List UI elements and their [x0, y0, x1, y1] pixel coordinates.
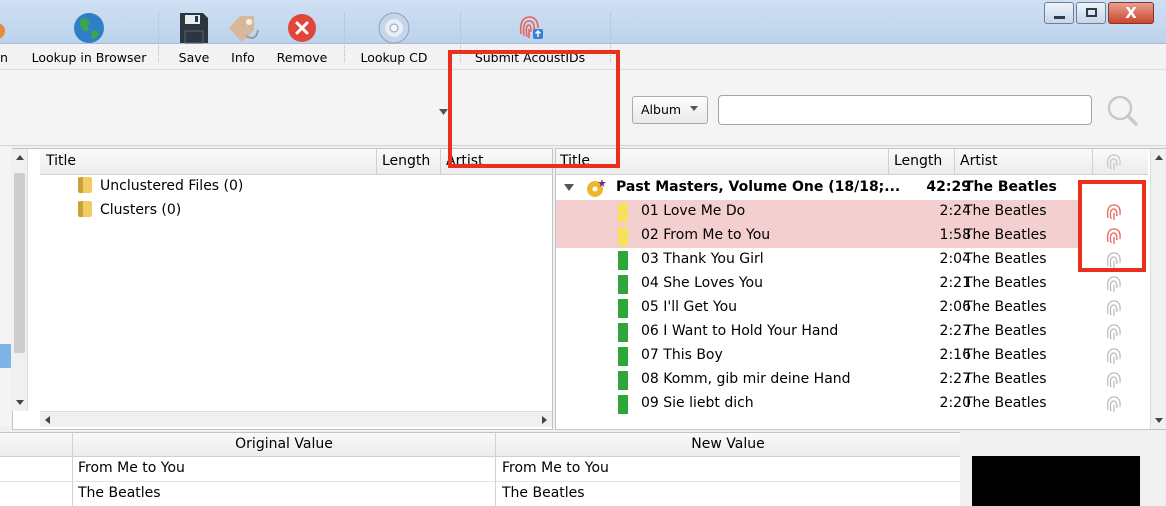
minimize-button[interactable] [1044, 2, 1074, 24]
table-row[interactable]: 08 Komm, gib mir deine Hand 2:27 The Beatl… [556, 368, 1078, 392]
maximize-button[interactable] [1076, 2, 1106, 24]
folder-icon [78, 201, 92, 217]
match-status-icon [618, 323, 628, 342]
lookup-cd-button[interactable]: Lookup CD [354, 8, 434, 65]
column-divider [954, 149, 955, 175]
match-status-icon [618, 227, 628, 246]
scroll-down-icon [16, 400, 24, 405]
match-status-icon [618, 251, 628, 270]
search-icon[interactable] [1101, 91, 1145, 131]
match-status-icon [618, 203, 628, 222]
scroll-left-icon [45, 416, 50, 424]
window-controls: X [1042, 2, 1154, 24]
file-pane-horizontal-scrollbar[interactable] [40, 411, 552, 427]
maximize-icon [1086, 8, 1097, 17]
floppy-disk-icon [180, 13, 208, 44]
fingerprint-icon[interactable] [1103, 345, 1125, 367]
close-icon: X [1125, 4, 1137, 22]
match-status-icon [618, 395, 628, 414]
table-row[interactable]: 05 I'll Get You 2:06 The Beatles [556, 296, 1078, 320]
list-item-unclustered[interactable]: Unclustered Files (0) [78, 177, 243, 201]
column-divider [440, 149, 441, 175]
chevron-down-icon[interactable] [564, 184, 574, 192]
partial-icon [0, 23, 5, 39]
scroll-right-icon [542, 416, 547, 424]
fingerprint-icon[interactable] [1103, 369, 1125, 391]
search-input[interactable] [718, 95, 1092, 125]
column-length[interactable]: Length [382, 153, 430, 169]
lookup-in-browser-button[interactable]: Lookup in Browser [28, 8, 150, 65]
column-divider [376, 149, 377, 175]
table-row[interactable]: 03 Thank You Girl 2:04 The Beatles [556, 248, 1078, 272]
table-cell-original: From Me to You [72, 457, 495, 482]
table-cell-original: The Beatles [72, 482, 495, 506]
column-new-value[interactable]: New Value [496, 433, 960, 457]
tag-icon [229, 16, 259, 42]
lookup-cd-dropdown-icon[interactable] [439, 109, 448, 115]
remove-circle-icon [288, 14, 316, 42]
scroll-down-icon [1155, 418, 1163, 423]
globe-icon [74, 13, 104, 43]
file-pane-scrollbar[interactable] [12, 149, 28, 411]
cd-icon [378, 12, 410, 44]
album-cd-icon [587, 179, 606, 197]
annotation-box-submit [448, 50, 620, 168]
column-length[interactable]: Length [894, 153, 942, 169]
table-row[interactable]: 02 From Me to You 1:58 The Beatles [556, 224, 1078, 248]
sidebar-selection [0, 344, 11, 368]
list-item-clusters[interactable]: Clusters (0) [78, 201, 181, 225]
metadata-pane: Original Value New Value From Me to You … [0, 432, 960, 506]
column-tag[interactable] [0, 433, 72, 457]
cover-art-image [972, 456, 1140, 506]
scroll-up-icon [16, 155, 24, 160]
match-status-icon [618, 275, 628, 294]
table-row[interactable]: 06 I Want to Hold Your Hand 2:27 The Beatl… [556, 320, 1078, 344]
toolbar-partial-button[interactable]: n [0, 8, 12, 65]
album-pane-scrollbar[interactable] [1150, 149, 1166, 429]
sidebar-strip [0, 146, 11, 426]
remove-button[interactable]: Remove [272, 8, 332, 65]
toolbar-separator [344, 12, 345, 62]
info-button[interactable]: Info [222, 8, 264, 65]
fingerprint-icon[interactable] [1103, 297, 1125, 319]
match-status-icon [618, 299, 628, 318]
chevron-down-icon [690, 106, 698, 111]
match-status-icon [618, 347, 628, 366]
close-button[interactable]: X [1108, 2, 1154, 24]
column-divider [1092, 149, 1093, 175]
table-cell-tag [0, 457, 72, 482]
scrollbar-thumb[interactable] [14, 173, 25, 353]
table-cell-tag [0, 482, 72, 506]
folder-icon [78, 177, 92, 193]
fingerprint-icon[interactable] [1103, 321, 1125, 343]
album-row[interactable]: Past Masters, Volume One (18/18;... 42:2… [556, 176, 1078, 200]
table-row[interactable]: 01 Love Me Do 2:24 The Beatles [556, 200, 1078, 224]
fingerprint-icon[interactable] [1103, 393, 1125, 415]
column-divider [888, 149, 889, 175]
table-cell-new[interactable]: From Me to You [496, 457, 960, 482]
table-row[interactable]: 04 She Loves You 2:21 The Beatles [556, 272, 1078, 296]
album-pane-header: Title Length Artist [556, 149, 1148, 175]
scroll-up-icon [1155, 155, 1163, 160]
column-original-value[interactable]: Original Value [72, 433, 496, 457]
table-row[interactable]: 09 Sie liebt dich 2:20 The Beatles [556, 392, 1078, 416]
table-row[interactable]: 07 This Boy 2:16 The Beatles [556, 344, 1078, 368]
save-button[interactable]: Save [172, 8, 216, 65]
search-type-select[interactable]: Album [632, 96, 708, 124]
minimize-icon [1054, 16, 1065, 19]
annotation-box-fingerprints [1078, 180, 1146, 272]
column-artist[interactable]: Artist [960, 153, 998, 169]
fingerprint-column-icon [1106, 154, 1121, 170]
column-title[interactable]: Title [46, 153, 76, 169]
match-status-icon [618, 371, 628, 390]
fingerprint-icon[interactable] [1103, 273, 1125, 295]
table-cell-new[interactable]: The Beatles [496, 482, 960, 506]
fingerprint-icon [519, 16, 543, 39]
toolbar-separator [158, 12, 159, 62]
